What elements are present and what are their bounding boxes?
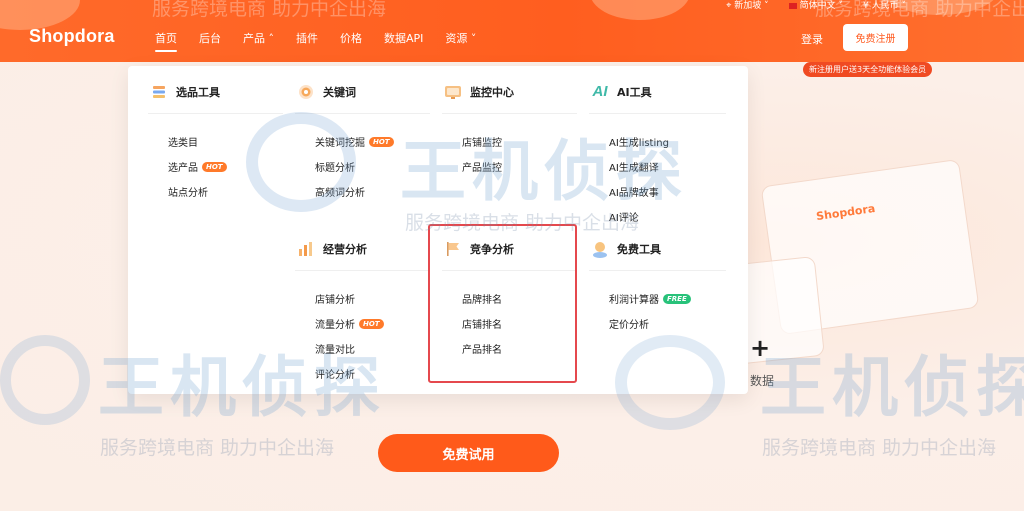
menu-item-ai-review[interactable]: AI评论: [609, 204, 726, 229]
menu-column-free-tools: 免费工具 利润计算器 FREE 定价分析: [589, 227, 726, 336]
menu-column-header: 免费工具: [589, 227, 726, 271]
menu-column-header: 关键词: [295, 70, 430, 114]
menu-column-business-analysis: 经营分析 店铺分析 流量分析 HOT 流量对比 评论分析: [295, 227, 430, 386]
menu-item-product-monitor[interactable]: 产品监控: [462, 154, 577, 179]
bar-chart-icon: [297, 240, 315, 258]
menu-item-select-product[interactable]: 选产品 HOT: [168, 154, 283, 179]
location-pin-icon: ⌖: [726, 1, 732, 11]
menu-column-title: 监控中心: [470, 85, 514, 99]
menu-column-product-selection: 选品工具 选类目 选产品 HOT 站点分析: [148, 70, 283, 204]
menu-item-select-category[interactable]: 选类目: [168, 129, 283, 154]
utility-bar: ⌖ 新加坡 ˅ 简体中文 ˅ ¥ 人民币 ˅: [726, 0, 906, 12]
menu-item-store-analysis[interactable]: 店铺分析: [315, 286, 430, 311]
menu-column-title: 免费工具: [617, 242, 661, 256]
menu-item-frequent-words[interactable]: 高频词分析: [315, 179, 430, 204]
target-icon: [297, 83, 315, 101]
free-badge: FREE: [663, 293, 691, 304]
free-trial-button[interactable]: 免费试用: [378, 434, 559, 472]
menu-item-title-analysis[interactable]: 标题分析: [315, 154, 430, 179]
menu-column-title: 经营分析: [323, 242, 367, 256]
menu-column-keywords: 关键词 关键词挖掘 HOT 标题分析 高频词分析: [295, 70, 430, 204]
menu-column-title: AI工具: [617, 85, 652, 99]
login-link[interactable]: 登录: [801, 31, 823, 47]
nav-item-backend[interactable]: 后台: [188, 30, 232, 48]
menu-column-header: 选品工具: [148, 70, 283, 114]
menu-item-ai-listing[interactable]: AI生成listing: [609, 129, 726, 154]
logo[interactable]: Shopdora: [29, 26, 115, 47]
menu-column-title: 关键词: [323, 85, 356, 99]
menu-item-traffic-analysis[interactable]: 流量分析 HOT: [315, 311, 430, 336]
menu-column-monitoring: 监控中心 店铺监控 产品监控: [442, 70, 577, 179]
nav-item-plugins[interactable]: 插件: [285, 30, 329, 48]
hot-badge: HOT: [359, 318, 384, 329]
hero-plus-icon: +: [750, 334, 771, 362]
main-nav: 首页 后台 产品 ˄ 插件 价格 数据API 资源 ˅: [144, 30, 487, 52]
menu-item-store-monitor[interactable]: 店铺监控: [462, 129, 577, 154]
menu-item-profit-calculator[interactable]: 利润计算器 FREE: [609, 286, 726, 311]
menu-column-title: 选品工具: [176, 85, 220, 99]
language-selector[interactable]: 简体中文 ˅: [788, 0, 843, 12]
nav-item-pricing[interactable]: 价格: [329, 30, 373, 48]
menu-column-ai-tools: AI AI工具 AI生成listing AI生成翻译 AI品牌故事 AI评论: [589, 70, 726, 229]
hero-text-fragment: 数据: [750, 374, 775, 388]
flag-icon: [788, 3, 797, 9]
menu-item-keyword-mining[interactable]: 关键词挖掘 HOT: [315, 129, 430, 154]
region-selector[interactable]: ⌖ 新加坡 ˅: [726, 0, 768, 12]
promo-badge: 新注册用户送3天全功能体验会员: [803, 62, 933, 77]
ai-icon: AI: [592, 83, 608, 100]
menu-column-header: 监控中心: [442, 70, 577, 114]
nav-item-resources[interactable]: 资源 ˅: [434, 30, 487, 48]
nav-item-home[interactable]: 首页: [144, 30, 188, 52]
menu-item-ai-brand-story[interactable]: AI品牌故事: [609, 179, 726, 204]
menu-column-header: AI AI工具: [589, 70, 726, 114]
highlight-box: [428, 224, 577, 383]
menu-item-traffic-compare[interactable]: 流量对比: [315, 336, 430, 361]
top-navbar: ⌖ 新加坡 ˅ 简体中文 ˅ ¥ 人民币 ˅ Shopdora 首页 后台 产品…: [0, 0, 1024, 62]
monitor-icon: [444, 83, 462, 101]
currency-selector[interactable]: ¥ 人民币 ˅: [863, 0, 906, 12]
menu-item-ai-translation[interactable]: AI生成翻译: [609, 154, 726, 179]
stack-icon: [150, 83, 168, 101]
hot-badge: HOT: [202, 161, 227, 172]
user-icon: [591, 240, 609, 258]
menu-item-pricing-analysis[interactable]: 定价分析: [609, 311, 726, 336]
menu-item-review-analysis[interactable]: 评论分析: [315, 361, 430, 386]
nav-item-products[interactable]: 产品 ˄: [232, 30, 285, 48]
nav-item-data-api[interactable]: 数据API: [373, 30, 434, 48]
menu-column-header: 经营分析: [295, 227, 430, 271]
register-button[interactable]: 免费注册: [843, 24, 908, 51]
hero-card-brand: Shopdora: [815, 201, 877, 224]
hot-badge: HOT: [369, 136, 394, 147]
menu-item-site-analysis[interactable]: 站点分析: [168, 179, 283, 204]
